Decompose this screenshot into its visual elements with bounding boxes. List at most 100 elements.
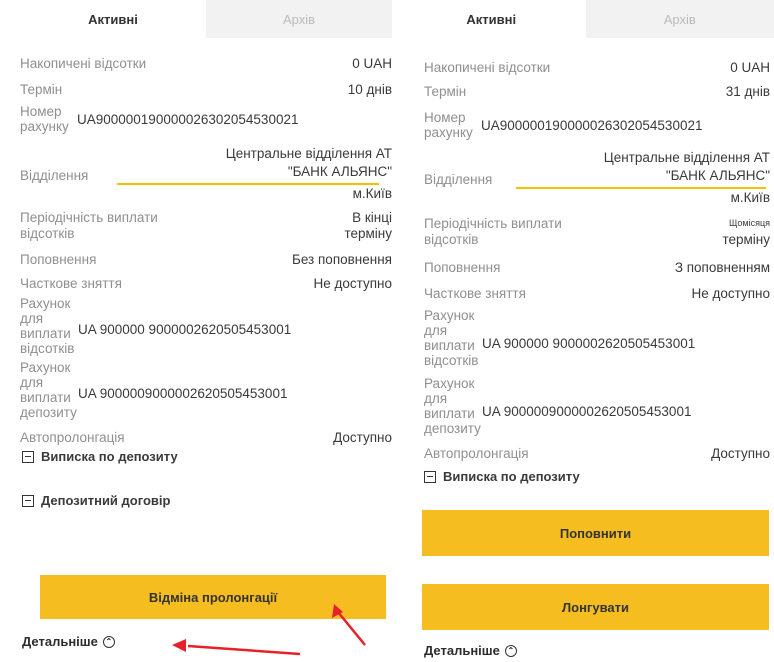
autoprolongation-value: Доступно (333, 430, 392, 445)
autoprolongation-label: Автопролонгація (20, 430, 125, 445)
deposit-payout-label-2: для (20, 375, 44, 390)
interest-payout-label-1: Рахунок (424, 308, 475, 323)
branch-value-line3: м.Київ (730, 190, 770, 205)
prolong-button[interactable]: Лонгувати (422, 584, 769, 630)
payment-period-value-line1: Щомісяця (728, 218, 770, 228)
tab-active[interactable]: Активні (397, 0, 586, 38)
details-label: Детальніше (424, 643, 500, 658)
topup-label: Поповнення (424, 260, 501, 275)
deposit-statement-link[interactable]: Виписка по депозиту (424, 469, 580, 484)
branch-row: Центральне відділення АТ Відділення "БАН… (20, 146, 392, 206)
payment-period-label-line1: Періодічність виплати (424, 216, 562, 231)
interest-payout-label-2: для (424, 323, 448, 338)
details-toggle[interactable]: Детальніше ⌃ (424, 643, 517, 658)
payment-period-value-line1: В кінці (352, 210, 392, 225)
deposit-payout-label-3: виплати (20, 390, 71, 405)
tab-bar: Активні Архів (20, 0, 392, 38)
cancel-prolongation-button[interactable]: Відміна пролонгації (40, 575, 386, 619)
tab-active[interactable]: Активні (20, 0, 206, 38)
deposit-payout-label-4: депозиту (424, 421, 481, 436)
branch-row: Центральне відділення АТ Відділення "БАН… (424, 150, 770, 210)
interest-payout-label-4: відсотків (20, 341, 75, 356)
right-deposit-panel: Активні Архів Накопичені відсотки 0 UAH … (397, 0, 774, 662)
topup-value: З поповненням (674, 260, 770, 275)
autoprolongation-value: Доступно (711, 446, 770, 461)
interest-payout-label-2: для (20, 311, 44, 326)
tab-bar: Активні Архів (397, 0, 774, 38)
deposit-contract-link[interactable]: Депозитний договір (22, 493, 170, 508)
deposit-statement-label: Виписка по депозиту (41, 449, 178, 464)
accrued-interest-label: Накопичені відсотки (424, 60, 551, 75)
chevron-up-circle-icon: ⌃ (102, 635, 115, 648)
accrued-interest-value: 0 UAH (730, 60, 770, 75)
term-label: Термін (424, 84, 467, 99)
chevron-up-circle-icon: ⌃ (504, 644, 517, 657)
minus-square-icon (424, 470, 436, 483)
partial-withdrawal-value: Не доступно (313, 276, 392, 291)
branch-underline (516, 187, 766, 189)
interest-payout-account-row: Рахунок для виплати відсотків UA 900000 … (424, 308, 770, 372)
interest-payout-label-3: виплати (20, 326, 71, 341)
deposit-payout-account-value: UA 9000009000002620505453001 (482, 404, 692, 419)
tab-archive[interactable]: Архів (206, 0, 392, 38)
tab-archive[interactable]: Архів (585, 0, 774, 38)
branch-value-line1: Центральне відділення АТ (225, 146, 392, 161)
term-value: 31 днів (725, 84, 770, 99)
branch-value-line2: "БАНК АЛЬЯНС" (287, 164, 392, 179)
deposit-payout-label-3: виплати (424, 406, 475, 421)
branch-value-line3: м.Київ (352, 186, 392, 201)
deposit-statement-link[interactable]: Виписка по депозиту (22, 449, 178, 464)
branch-value-line1: Центральне відділення АТ (603, 150, 770, 165)
deposit-contract-label: Депозитний договір (41, 493, 171, 508)
deposit-payout-account-row: Рахунок для виплати депозиту UA 90000090… (20, 360, 392, 424)
topup-button[interactable]: Поповнити (422, 510, 769, 556)
details-toggle[interactable]: Детальніше ⌃ (22, 634, 115, 649)
account-number-row: Номер рахунку UA900000190000026302054530… (20, 104, 392, 138)
interest-payout-account-row: Рахунок для виплати відсотків UA 900000 … (20, 296, 392, 360)
account-number-value: UA900000190000026302054530021 (481, 118, 703, 133)
interest-payout-label-4: відсотків (424, 353, 479, 368)
partial-withdrawal-label: Часткове зняття (424, 286, 526, 301)
payment-period-label-line1: Періодічність виплати (20, 210, 158, 225)
deposit-payout-label-1: Рахунок (424, 376, 475, 391)
payment-period-value-line2: терміну (344, 226, 392, 241)
accrued-interest-label: Накопичені відсотки (20, 56, 147, 71)
interest-payout-account-value: UA 900000 9000002620505453001 (482, 336, 696, 351)
branch-underline (117, 183, 379, 185)
payment-period-row: Періодічність виплати відсотків В кінці … (20, 210, 392, 244)
partial-withdrawal-value: Не доступно (691, 286, 770, 301)
account-number-value: UA900000190000026302054530021 (77, 112, 299, 127)
deposit-statement-label: Виписка по депозиту (443, 469, 580, 484)
payment-period-label-line2: відсотків (20, 226, 75, 241)
partial-withdrawal-label: Часткове зняття (20, 276, 122, 291)
account-number-row: Номер рахунку UA900000190000026302054530… (424, 110, 770, 144)
payment-period-row: Періодічність виплати відсотків Щомісяця… (424, 216, 770, 250)
autoprolongation-label: Автопролонгація (424, 446, 529, 461)
accrued-interest-value: 0 UAH (352, 56, 392, 71)
minus-square-icon (22, 494, 34, 507)
deposit-payout-label-1: Рахунок (20, 360, 71, 375)
minus-square-icon (22, 450, 34, 463)
deposit-payout-account-value: UA 9000009000002620505453001 (78, 386, 288, 401)
account-number-label-line2: рахунку (20, 119, 69, 134)
interest-payout-label-3: виплати (424, 338, 475, 353)
branch-label: Відділення (20, 168, 89, 183)
account-number-label-line1: Номер (20, 104, 62, 119)
topup-value: Без поповнення (291, 252, 392, 267)
left-deposit-panel: Активні Архів Накопичені відсотки 0 UAH … (20, 0, 392, 662)
account-number-label-line2: рахунку (424, 125, 473, 140)
deposit-payout-label-4: депозиту (20, 405, 77, 420)
deposit-payout-account-row: Рахунок для виплати депозиту UA 90000090… (424, 376, 770, 440)
topup-label: Поповнення (20, 252, 97, 267)
branch-value-line2: "БАНК АЛЬЯНС" (665, 168, 770, 183)
details-label: Детальніше (22, 634, 98, 649)
deposit-payout-label-2: для (424, 391, 448, 406)
interest-payout-label-1: Рахунок (20, 296, 71, 311)
term-value: 10 днів (347, 82, 392, 97)
payment-period-label-line2: відсотків (424, 232, 479, 247)
branch-label: Відділення (424, 172, 493, 187)
account-number-label-line1: Номер (424, 110, 466, 125)
interest-payout-account-value: UA 900000 9000002620505453001 (78, 322, 292, 337)
term-label: Термін (20, 82, 63, 97)
payment-period-value-line2: терміну (722, 232, 770, 247)
